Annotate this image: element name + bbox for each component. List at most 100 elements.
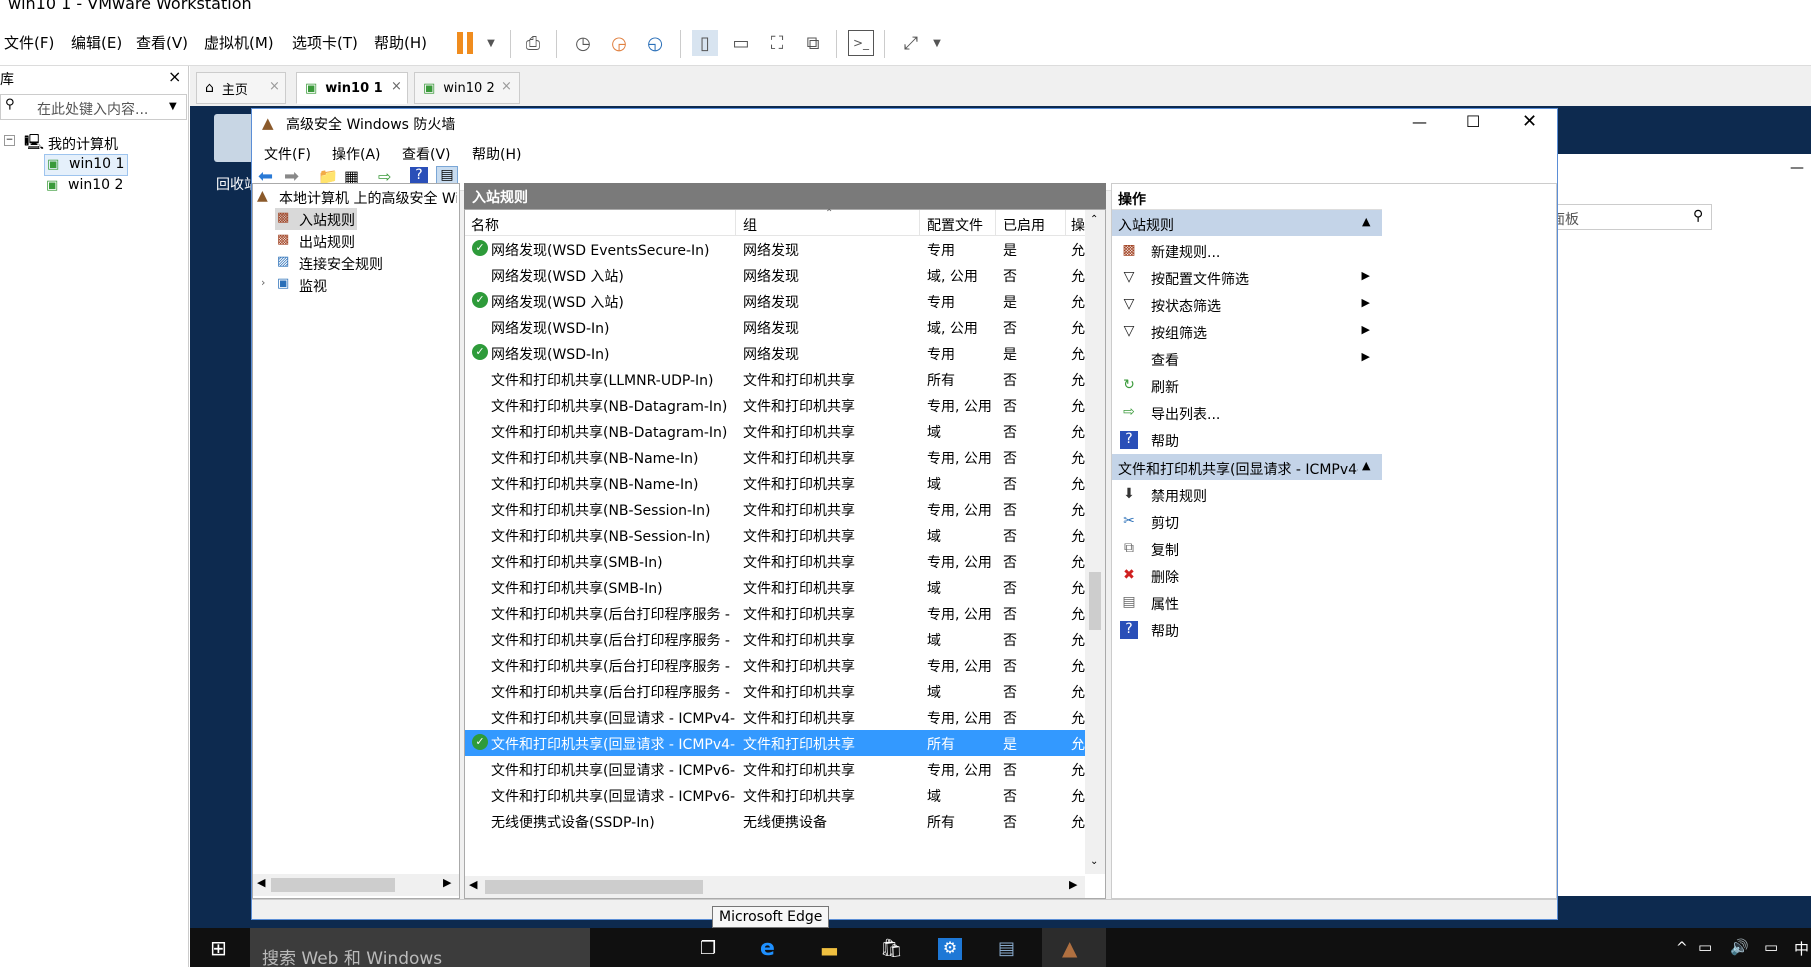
snapshot-icon[interactable]: ◷ <box>570 30 596 56</box>
table-row[interactable]: 网络发现(WSD 入站) 网络发现 域, 公用 否 允 <box>465 262 1085 288</box>
collapse-icon[interactable]: − <box>4 135 15 146</box>
tab-home[interactable]: ⌂ 主页 × <box>196 72 286 104</box>
table-row[interactable]: 文件和打印机共享(后台打印程序服务 - R... 文件和打印机共享 专用, 公用否 允 <box>465 652 1085 678</box>
windows-start-icon[interactable]: ⊞ <box>210 936 227 960</box>
action-item[interactable]: ⬇ 禁用规则 <box>1112 480 1382 510</box>
scroll-right-icon[interactable]: ▶ <box>443 876 451 889</box>
action-item[interactable]: ▽ 按配置文件筛选 ▶ <box>1112 263 1382 293</box>
snapshot-manager-icon[interactable]: ◵ <box>642 30 668 56</box>
scroll-thumb[interactable] <box>271 878 395 892</box>
scroll-down-icon[interactable]: ⌄ <box>1090 856 1098 867</box>
table-row[interactable]: 文件和打印机共享(回显请求 - ICMPv6-In) 文件和打印机共享 专用, 公用… <box>465 756 1085 782</box>
pause-dropdown-icon[interactable]: ▼ <box>478 30 504 56</box>
fw-menu-view[interactable]: 查看(V) <box>402 144 451 164</box>
store-icon[interactable]: 🛍 <box>880 938 903 959</box>
explorer-icon[interactable]: ▬ <box>820 938 839 962</box>
tree-vm-item[interactable]: ▣ win10 1 <box>44 154 128 176</box>
tree-item-outbound[interactable]: ▩ 出站规则 <box>275 230 365 252</box>
background-window[interactable]: — ☐ 制面板 ⚲ <box>1530 154 1811 896</box>
table-row[interactable]: 文件和打印机共享(NB-Session-In) 文件和打印机共享 专用, 公用否 允 <box>465 496 1085 522</box>
table-row[interactable]: 文件和打印机共享(SMB-In) 文件和打印机共享 域 否 允 <box>465 574 1085 600</box>
menu-vm[interactable]: 虚拟机(M) <box>204 32 274 53</box>
col-group[interactable]: 组 <box>743 215 757 235</box>
chevron-down-icon[interactable]: ▼ <box>169 101 177 112</box>
action-item[interactable]: ⧉ 复制 <box>1112 534 1382 564</box>
scroll-left-icon[interactable]: ◀ <box>469 878 477 891</box>
table-row[interactable]: 网络发现(WSD-In) 网络发现 域, 公用 否 允 <box>465 314 1085 340</box>
console-icon[interactable]: >_ <box>848 30 874 56</box>
minimize-icon[interactable]: — <box>1790 160 1804 176</box>
table-row[interactable]: 文件和打印机共享(后台打印程序服务 - R... 文件和打印机共享 域 否 允 <box>465 678 1085 704</box>
recycle-bin-icon[interactable] <box>214 114 254 162</box>
table-row[interactable]: 文件和打印机共享(NB-Datagram-In) 文件和打印机共享 专用, 公用否 允 <box>465 392 1085 418</box>
maximize-button[interactable]: ☐ <box>1466 112 1480 131</box>
horizontal-scrollbar[interactable]: ◀ ▶ <box>253 874 459 896</box>
action-item[interactable]: ⇨ 导出列表... <box>1112 398 1382 428</box>
scroll-left-icon[interactable]: ◀ <box>257 876 265 889</box>
action-item[interactable]: ▽ 按状态筛选 ▶ <box>1112 290 1382 320</box>
minimize-button[interactable]: — <box>1412 113 1427 131</box>
close-icon[interactable]: × <box>269 79 280 94</box>
revert-snapshot-icon[interactable]: ◶ <box>606 30 632 56</box>
actions-section-inbound[interactable]: 入站规则 ▲ <box>1112 210 1382 236</box>
menu-tabs[interactable]: 选项卡(T) <box>292 32 358 53</box>
library-search-input[interactable]: 在此处键入内容... <box>37 99 148 119</box>
action-item[interactable]: ↻ 刷新 <box>1112 371 1382 401</box>
table-row[interactable]: 文件和打印机共享(NB-Name-In) 文件和打印机共享 专用, 公用否 允 <box>465 444 1085 470</box>
table-row[interactable]: 文件和打印机共享(NB-Name-In) 文件和打印机共享 域 否 允 <box>465 470 1085 496</box>
fw-menu-help[interactable]: 帮助(H) <box>472 144 521 164</box>
actions-section-rule[interactable]: 文件和打印机共享(回显请求 - ICMPv4-... ▲ <box>1112 454 1382 480</box>
pause-button[interactable] <box>452 30 478 56</box>
fw-menu-action[interactable]: 操作(A) <box>332 144 381 164</box>
tree-root[interactable]: − 🖳 我的计算机 <box>2 132 187 154</box>
vertical-scrollbar[interactable]: ⌃ ⌄ <box>1085 210 1105 874</box>
menu-view[interactable]: 查看(V) <box>136 32 188 53</box>
action-item[interactable]: ▤ 属性 <box>1112 588 1382 618</box>
send-keys-icon[interactable]: ⎙ <box>520 30 546 56</box>
sidebar-toggle-icon[interactable]: ▯ <box>692 30 718 56</box>
scroll-thumb[interactable] <box>1089 572 1101 630</box>
table-row[interactable]: 文件和打印机共享(后台打印程序服务 - R... 文件和打印机共享 域 否 允 <box>465 626 1085 652</box>
tree-item-connection-security[interactable]: ▨ 连接安全规则 <box>275 252 405 274</box>
menu-file[interactable]: 文件(F) <box>4 32 54 53</box>
table-row[interactable]: 文件和打印机共享(NB-Datagram-In) 文件和打印机共享 域 否 允 <box>465 418 1085 444</box>
table-row[interactable]: ✓ 文件和打印机共享(回显请求 - ICMPv4-In) 文件和打印机共享 所有 是 允 <box>465 730 1085 756</box>
table-row[interactable]: 文件和打印机共享(回显请求 - ICMPv4-In) 文件和打印机共享 专用, 公用… <box>465 704 1085 730</box>
tray-chevron-icon[interactable]: ^ <box>1676 940 1688 956</box>
tree-item-monitoring[interactable]: › ▣ 监视 <box>259 274 379 296</box>
horizontal-scrollbar[interactable]: ◀ ▶ <box>465 876 1085 898</box>
action-item[interactable]: ▩ 新建规则... <box>1112 236 1382 266</box>
stretch-dropdown-icon[interactable]: ▼ <box>924 30 950 56</box>
expand-icon[interactable]: › <box>261 276 265 289</box>
task-view-icon[interactable]: ❐ <box>700 938 716 959</box>
firewall-taskbar-item[interactable]: ▲ <box>1042 928 1106 967</box>
taskbar-search-text[interactable]: 搜索 Web 和 Windows <box>262 944 442 969</box>
library-search[interactable]: ⚲ 在此处键入内容... ▼ <box>0 94 187 120</box>
taskbar-search[interactable]: 搜索 Web 和 Windows <box>250 928 590 969</box>
unity-icon[interactable]: ⧉ <box>800 30 826 56</box>
thumbnail-bar-icon[interactable]: ▭ <box>728 30 754 56</box>
fullscreen-icon[interactable]: ⛶ <box>764 30 790 56</box>
tree-vm-item[interactable]: ▣ win10 2 <box>44 176 128 198</box>
tree-root[interactable]: ▲ 本地计算机 上的高级安全 Windows <box>257 186 457 208</box>
col-name[interactable]: 名称 <box>471 215 499 235</box>
close-icon[interactable]: × <box>501 79 512 94</box>
table-row[interactable]: 文件和打印机共享(NB-Session-In) 文件和打印机共享 域 否 允 <box>465 522 1085 548</box>
library-close-button[interactable]: × <box>168 67 181 86</box>
network-icon[interactable]: ▭ <box>1698 938 1712 956</box>
table-row[interactable]: 文件和打印机共享(回显请求 - ICMPv6-In) 文件和打印机共享 域 否 允 <box>465 782 1085 808</box>
collapse-section-icon[interactable]: ▲ <box>1362 459 1370 472</box>
volume-icon[interactable]: 🔊 <box>1730 938 1749 956</box>
fw-menu-file[interactable]: 文件(F) <box>264 144 311 164</box>
collapse-section-icon[interactable]: ▲ <box>1362 215 1370 228</box>
table-row[interactable]: 文件和打印机共享(SMB-In) 文件和打印机共享 专用, 公用否 允 <box>465 548 1085 574</box>
action-item[interactable]: ? 帮助 <box>1112 615 1382 645</box>
tab-win10-1[interactable]: ▣ win10 1 × <box>296 72 408 104</box>
action-item[interactable]: ▽ 按组筛选 ▶ <box>1112 317 1382 347</box>
action-item[interactable]: ✂ 剪切 <box>1112 507 1382 537</box>
col-action[interactable]: 操 <box>1071 215 1085 235</box>
edge-icon[interactable]: e <box>760 936 775 961</box>
table-row[interactable]: ✓ 网络发现(WSD EventsSecure-In) 网络发现 专用 是 允 <box>465 236 1085 262</box>
col-enabled[interactable]: 已启用 <box>1003 215 1045 235</box>
scroll-thumb[interactable] <box>485 880 703 894</box>
